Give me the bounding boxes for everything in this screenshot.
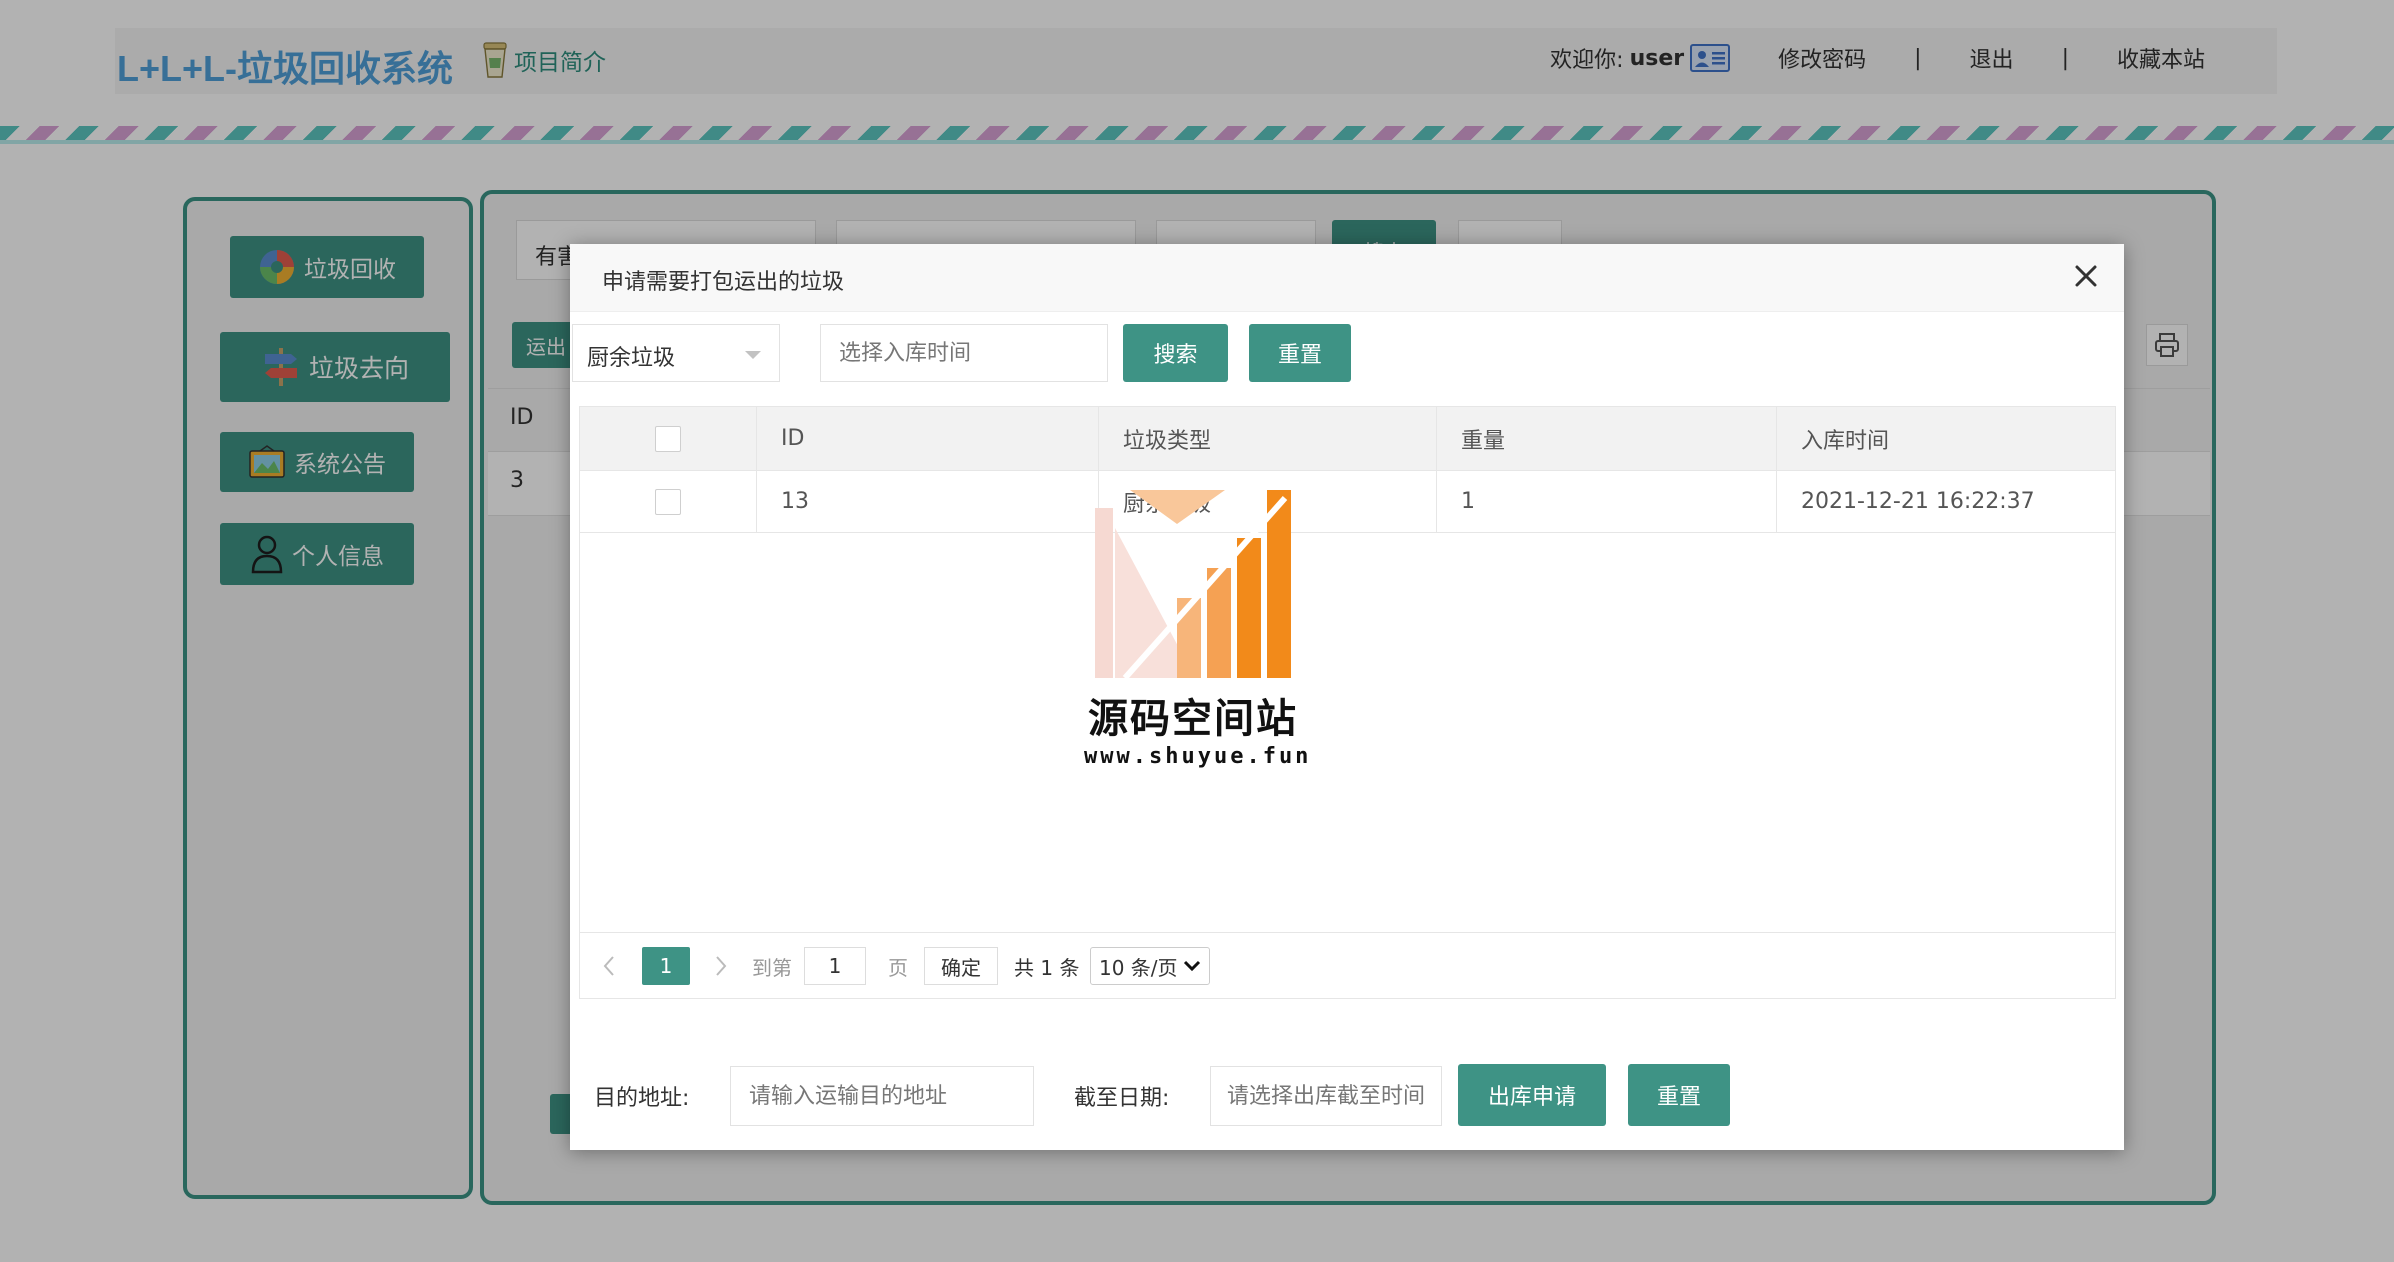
goto-page-input[interactable]: 1 xyxy=(804,947,866,985)
next-page-icon[interactable] xyxy=(714,947,728,985)
dest-address-input[interactable] xyxy=(730,1066,1034,1126)
row-checkbox-cell xyxy=(580,471,757,532)
table-row[interactable]: 13 厨余垃圾 1 2021-12-21 16:22:37 xyxy=(580,471,2115,533)
page-current[interactable]: 1 xyxy=(642,947,690,985)
chevron-down-icon xyxy=(1183,960,1201,972)
goto-confirm-button[interactable]: 确定 xyxy=(924,947,998,985)
row-checkbox[interactable] xyxy=(655,488,681,515)
select-all-checkbox[interactable] xyxy=(655,425,681,452)
apply-dialog: 申请需要打包运出的垃圾 厨余垃圾 搜索 重置 ID 垃圾类型 重量 入库时间 1… xyxy=(570,244,2124,1150)
deadline-label: 截至日期: xyxy=(1074,1086,1170,1111)
col-weight[interactable]: 重量 xyxy=(1437,407,1777,470)
page-unit: 页 xyxy=(888,955,908,980)
search-button[interactable]: 搜索 xyxy=(1123,324,1228,382)
storage-time-input[interactable] xyxy=(820,324,1108,382)
col-time[interactable]: 入库时间 xyxy=(1777,407,2117,470)
type-select[interactable]: 厨余垃圾 xyxy=(572,324,780,382)
type-select-value: 厨余垃圾 xyxy=(587,346,676,371)
close-icon[interactable] xyxy=(2070,260,2102,292)
row-weight: 1 xyxy=(1437,471,1777,532)
garbage-table: ID 垃圾类型 重量 入库时间 13 厨余垃圾 1 2021-12-21 16:… xyxy=(579,406,2116,999)
header-checkbox-cell xyxy=(580,407,757,470)
col-id[interactable]: ID xyxy=(757,407,1099,470)
outbound-apply-button[interactable]: 出库申请 xyxy=(1458,1064,1606,1126)
dialog-title: 申请需要打包运出的垃圾 xyxy=(602,270,845,295)
pagination: 1 到第 1 页 确定 共 1 条 10 条/页 xyxy=(580,932,2115,998)
footer-reset-button[interactable]: 重置 xyxy=(1628,1064,1730,1126)
row-id: 13 xyxy=(757,471,1099,532)
dest-label: 目的地址: xyxy=(594,1086,690,1111)
watermark-title: 源码空间站 xyxy=(1088,696,1298,742)
page-size-value: 10 条/页 xyxy=(1099,955,1178,980)
dialog-header: 申请需要打包运出的垃圾 xyxy=(570,244,2124,312)
chevron-down-icon xyxy=(745,351,761,359)
col-type[interactable]: 垃圾类型 xyxy=(1099,407,1437,470)
reset-button[interactable]: 重置 xyxy=(1249,324,1351,382)
deadline-input[interactable] xyxy=(1210,1066,1442,1126)
page-size-select[interactable]: 10 条/页 xyxy=(1090,947,1210,985)
prev-page-icon[interactable] xyxy=(602,947,616,985)
table-header: ID 垃圾类型 重量 入库时间 xyxy=(580,407,2115,471)
watermark-url: www.shuyue.fun xyxy=(1084,744,1312,769)
total-count: 共 1 条 xyxy=(1014,955,1080,980)
goto-label: 到第 xyxy=(752,955,792,980)
row-time: 2021-12-21 16:22:37 xyxy=(1801,489,2035,514)
